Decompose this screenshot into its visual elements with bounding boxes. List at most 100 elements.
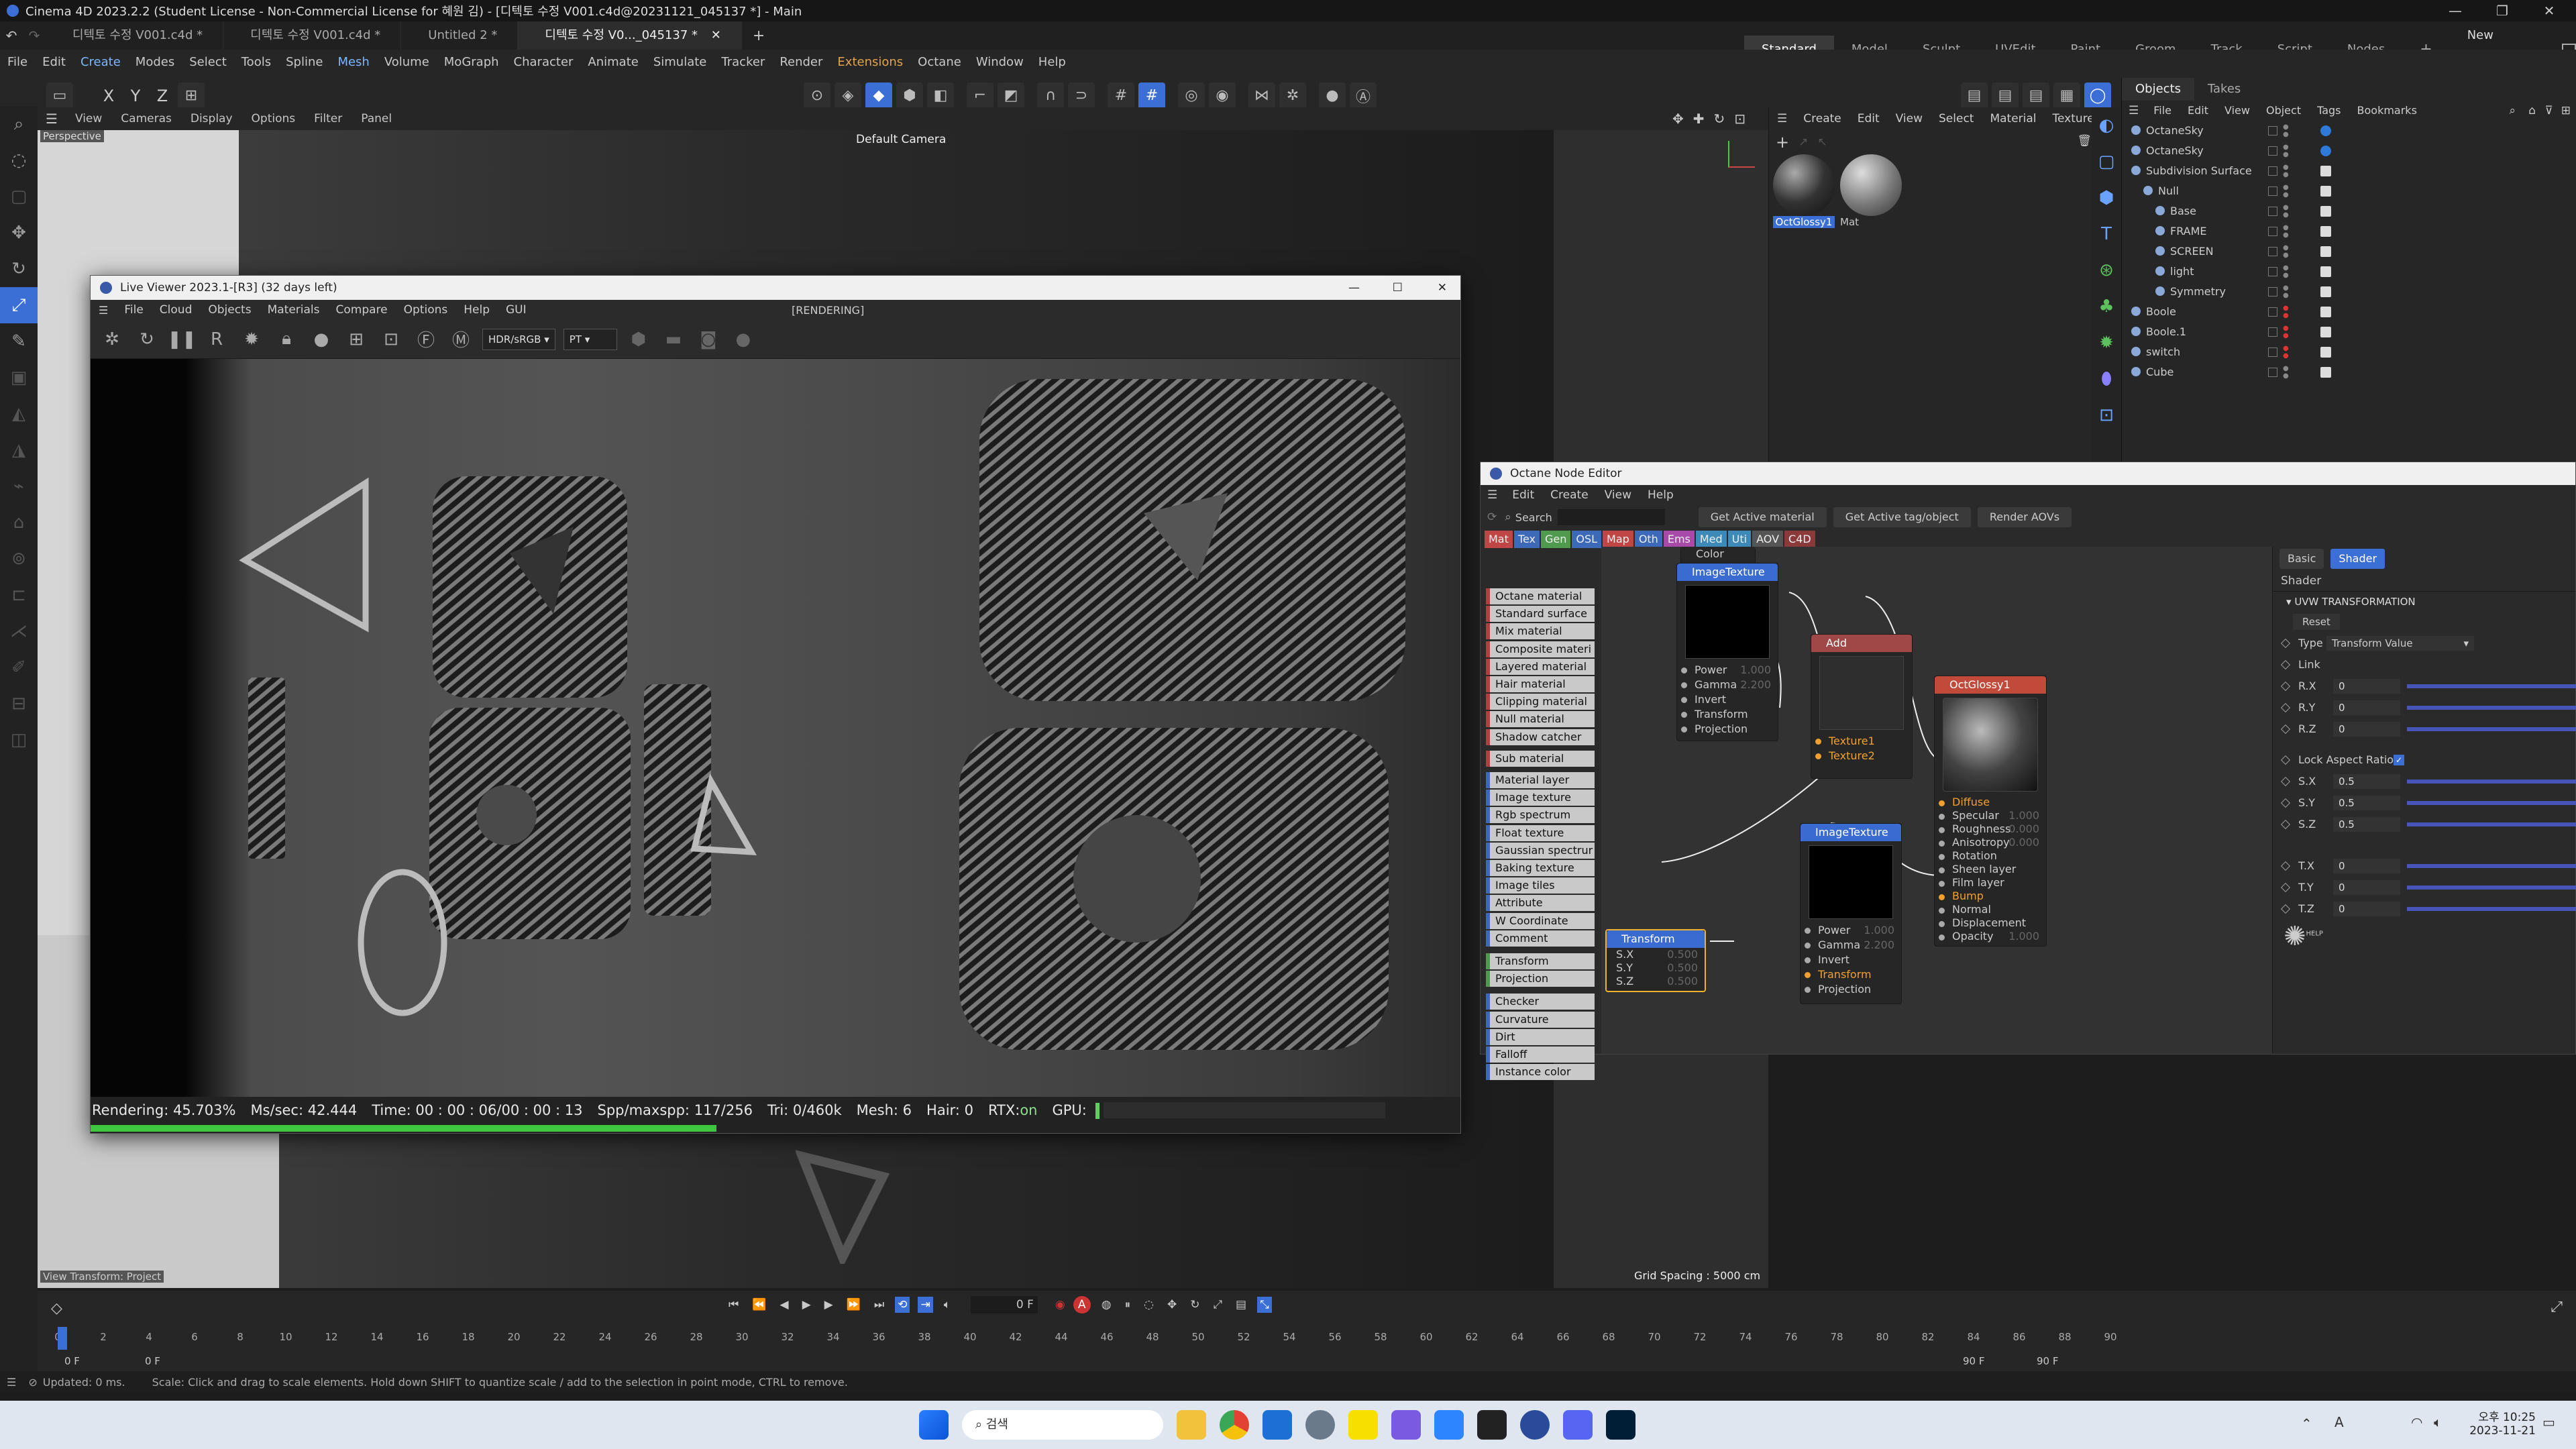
menu-animate[interactable]: Animate [580,50,645,75]
snipping-icon[interactable] [1391,1410,1421,1440]
port-gamma[interactable]: Gamma 2.200 [1801,938,1901,953]
autokey-icon[interactable]: A [1073,1296,1091,1313]
value-field[interactable]: 0.5 [2333,796,2400,810]
type-select[interactable]: Transform Value ▾ [2326,636,2474,651]
tab-objects[interactable]: Objects [2122,78,2195,101]
link-icon[interactable]: ↗ [1799,136,1808,149]
editor-visibility-dots[interactable]: ● ● [2283,305,2289,319]
obj-menu-bookmarks[interactable]: Bookmarks [2349,101,2425,121]
region-render-icon[interactable]: R [203,326,230,353]
pause-icon[interactable]: ❚❚ [167,326,197,353]
palette-item[interactable]: Mix material [1486,623,1595,640]
max-frame-field[interactable]: 90 F [1963,1355,1984,1367]
scale-key-icon[interactable]: ⤢ [1213,1298,1222,1311]
menu-select[interactable]: Select [182,50,234,75]
node-graph[interactable]: Color ImageTexture Power 1.000 Gamma 2.200… [1601,547,2272,1054]
paint-app-icon[interactable] [1434,1410,1464,1440]
category-ems[interactable]: Ems [1663,531,1695,548]
node-header[interactable]: OctGlossy1 [1935,676,2046,694]
object-mode-icon[interactable]: ⬢ [896,82,923,109]
menu-window[interactable]: Window [969,50,1031,75]
palette-item[interactable]: Dirt [1486,1028,1595,1045]
palette-item[interactable]: Falloff [1486,1046,1595,1063]
timeline-ruler[interactable]: 0246810121416182022242628303234363840424… [54,1327,2124,1351]
pen-icon[interactable]: ✎ [0,323,38,360]
category-map[interactable]: Map [1603,531,1633,548]
editor-visibility-dots[interactable]: ● ● [2283,284,2289,299]
viewport-nav-icons[interactable]: ✥✚↻⊡ [1672,111,1755,127]
objects-home-icon[interactable]: ⌂ [2528,104,2536,117]
palette-item[interactable]: Sub material [1486,750,1595,767]
port-sheen-layer[interactable]: Sheen layer [1935,863,2046,876]
minimize-icon[interactable]: — [2435,0,2475,21]
viewport-menu-panel[interactable]: Panel [352,107,401,130]
clock[interactable]: 오후 10:25 2023-11-21 [2469,1407,2536,1438]
kakaotalk-icon[interactable] [1348,1410,1378,1440]
node-editor-titlebar[interactable]: Octane Node Editor [1481,462,2575,485]
lv-menu-gui[interactable]: GUI [498,300,535,320]
points-mode-icon[interactable]: ⊙ [804,82,830,109]
menu-modes[interactable]: Modes [128,50,182,75]
pick-material-icon[interactable]: ⊡ [378,326,405,353]
category-uti[interactable]: Uti [1727,531,1752,548]
taskbar-search[interactable]: ⌕ 검색 [962,1410,1163,1440]
move-key-icon[interactable]: ✥ [1167,1298,1177,1311]
reload-icon[interactable]: ↖ [1817,136,1827,149]
visibility-flag[interactable] [2268,247,2277,256]
value-field[interactable]: 0 [2333,880,2400,895]
octane-sphere-icon[interactable]: ● [1319,82,1346,109]
node-header[interactable]: Add [1811,635,1912,652]
node-menu-icon[interactable]: ☰ [1481,488,1504,502]
kernel-select[interactable]: PT ▾ [563,328,617,350]
octane-a-icon[interactable]: Ⓐ [1350,82,1377,109]
send-scene-icon[interactable]: ✲ [99,326,125,353]
save-image-icon[interactable]: ⬢ [625,326,652,353]
loop-icon[interactable]: ▣ [0,360,38,396]
object-row[interactable]: Symmetry ● ● [2122,282,2576,302]
weld-icon[interactable]: ⊚ [0,541,38,577]
visibility-flag[interactable] [2268,146,2277,156]
go-start-icon[interactable]: ⏮ [729,1298,739,1311]
viewport-menu-options[interactable]: Options [242,107,305,130]
palette-item[interactable]: Instance color [1486,1064,1595,1081]
deformer-icon[interactable]: ✹ [2092,325,2121,361]
menu-mesh[interactable]: Mesh [330,50,376,75]
value-slider[interactable] [2407,907,2576,911]
menu-create[interactable]: Create [73,50,128,75]
doc-tab[interactable]: 디텍토 수정 V001.c4d * [223,21,402,50]
category-osl[interactable]: OSL [1572,531,1602,548]
menu-render[interactable]: Render [772,50,830,75]
object-row[interactable]: Boole.1 ● ● [2122,322,2576,342]
port-invert[interactable]: Invert [1677,692,1778,707]
render-film-icon[interactable]: ▤ [1961,82,1988,109]
scale-icon[interactable]: ⤢ [0,287,38,323]
palette-item[interactable]: Baking texture [1486,860,1595,876]
lv-menu-options[interactable]: Options [396,300,456,320]
lv-minimize-icon[interactable]: — [1348,276,1360,300]
wifi-icon[interactable]: ◠ [2411,1414,2422,1430]
node-search-icon[interactable]: ⌕ [1505,511,1511,524]
visibility-flag[interactable] [2268,307,2277,317]
menu-tracker[interactable]: Tracker [714,50,772,75]
point-key-icon[interactable]: ⤡ [1257,1297,1272,1313]
keyframe-selection-icon[interactable]: ◍ [1102,1298,1112,1311]
prev-frame-icon[interactable]: ◀ [780,1298,788,1311]
value-field[interactable]: 0.5 [2333,774,2400,789]
live-viewer-window[interactable]: Live Viewer 2023.1-[R3] (32 days left) —… [90,275,1461,1134]
symmetry-icon[interactable]: ⋈ [1248,82,1275,109]
category-oth[interactable]: Oth [1634,531,1662,548]
field-icon[interactable]: ⬮ [2092,361,2121,397]
menu-mograph[interactable]: MoGraph [437,50,506,75]
start-icon[interactable] [919,1410,949,1440]
category-med[interactable]: Med [1695,531,1727,548]
lv-menu-icon[interactable]: ☰ [91,304,116,317]
tab-takes[interactable]: Takes [2194,78,2254,101]
search-icon[interactable]: ⌕ [0,106,38,142]
volume-icon[interactable]: 🔈︎ [2434,1414,2442,1430]
extrude-icon[interactable]: ◭ [0,396,38,432]
editor-visibility-dots[interactable]: ● ● [2283,345,2289,360]
get-active-tag-button[interactable]: Get Active tag/object [1833,507,1971,527]
node-menu-edit[interactable]: Edit [1504,485,1542,505]
viewport-menu-view[interactable]: View [66,107,111,130]
editor-visibility-dots[interactable]: ● ● [2283,365,2289,380]
